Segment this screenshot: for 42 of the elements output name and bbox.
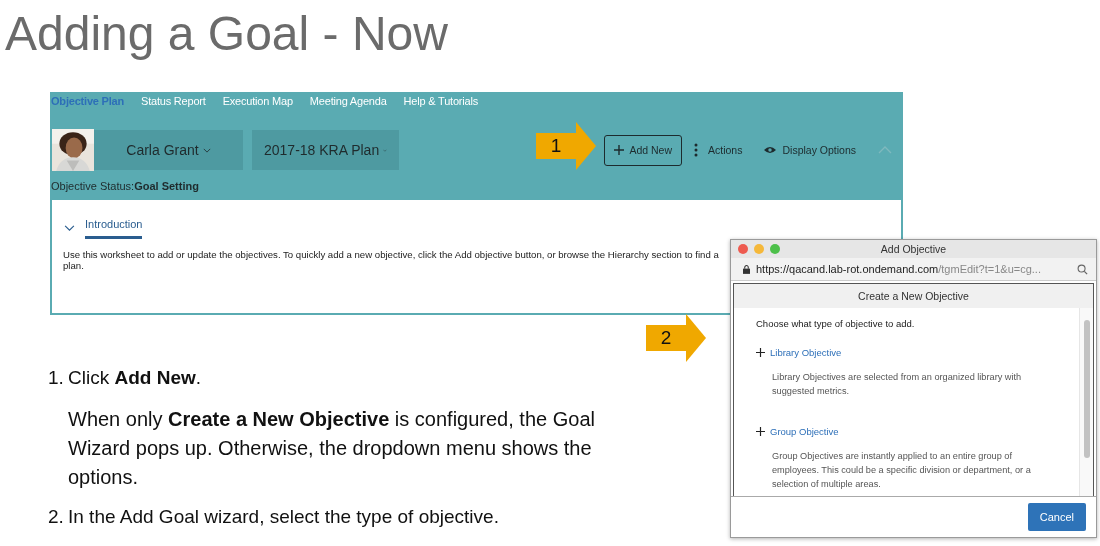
option-description: Group Objectives are instantly applied to an entire group of employees. This could be a specific division or department, or a selection of multiple areas. [772,450,1032,491]
step-note: When only Create a New Objective is configured, the Goal Wizard pops up. Otherwise, the dropdown menu shows the options. [68,407,596,490]
callout-number: 2 [646,325,686,351]
lock-icon [743,264,750,274]
scrollbar[interactable] [1079,308,1093,496]
step-text: Click Add New. [68,367,202,389]
prompt-text: Choose what type of objective to add. [756,318,916,329]
chevron-down-icon [202,147,211,153]
url-text: https://qacand.lab-rot.ondemand.com/tgmEdit?t=1&u=cg... [756,263,1042,275]
nav-tab[interactable]: Status Report [141,95,206,107]
chevron-icon[interactable] [64,225,75,232]
step-text: In the Add Goal wizard, select the type of objective. [68,506,499,528]
plan-dropdown[interactable]: 2017-18 KRA Plan [252,130,399,170]
objective-option-link[interactable]: Library Objective [756,347,1049,358]
display-options-button[interactable]: Display Options [764,144,856,156]
window-title: Add Objective [879,243,948,255]
step-number: 2. [48,506,65,528]
slide-title: Adding a Goal - Now [4,6,449,60]
eye-icon [764,146,777,154]
actions-button[interactable]: Actions [694,143,743,157]
nav-tab[interactable]: Execution Map [222,95,293,107]
option-description: Library Objectives are selected from an organized library with suggested metrics. [772,371,1023,398]
plus-icon [614,145,625,155]
section-text: Use this worksheet to add or update the objectives. To quickly add a new objective, click the Add objective button, or browse the Hierarchy section to find a plan. [63,249,719,271]
cancel-button[interactable]: Cancel [1027,503,1086,531]
plus-icon [756,427,765,436]
plus-icon [756,348,765,357]
dialog-header: Create a New Objective [734,284,1093,308]
nav-tab[interactable]: Meeting Agenda [309,95,387,107]
arrow-icon [576,122,596,170]
window-controls-icon[interactable] [737,243,781,255]
more-icon [694,143,699,157]
status-text: Objective Status:Goal Setting [50,180,200,192]
callout-number: 1 [536,133,576,159]
add-new-button[interactable]: Add New [604,134,683,166]
search-icon[interactable] [1077,263,1088,275]
nav-tab[interactable]: Help & Tutorials [403,95,479,107]
step-number: 1. [48,367,65,390]
user-dropdown[interactable]: Carla Grant [94,130,243,170]
objective-option-link[interactable]: Group Objective [756,426,1049,437]
section-tab[interactable]: Introduction [85,218,143,239]
arrow-icon [686,314,706,362]
